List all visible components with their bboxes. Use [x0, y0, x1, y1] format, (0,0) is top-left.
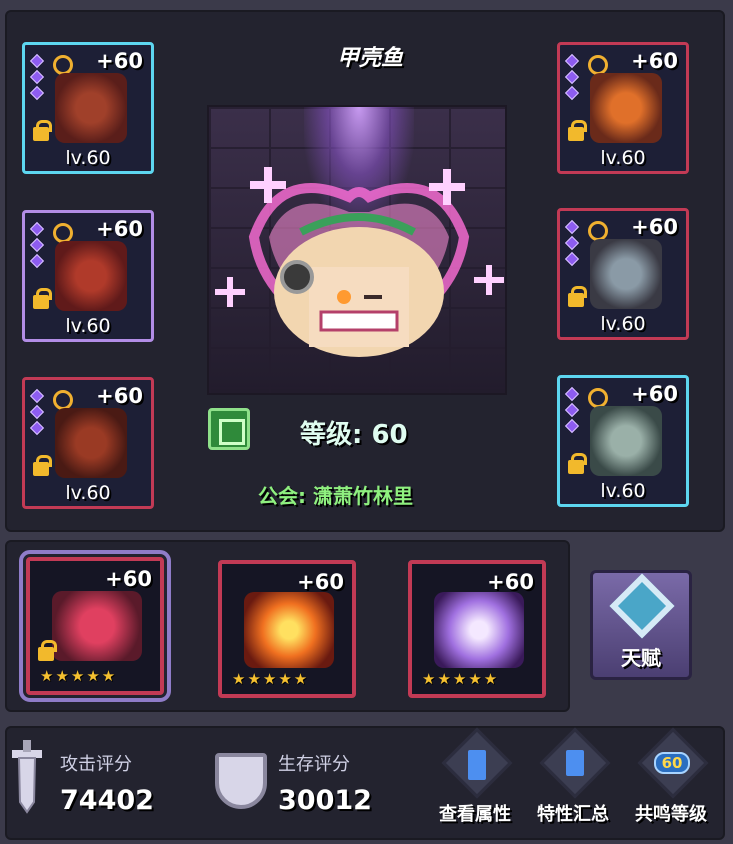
heavy-armor-icon: [55, 408, 127, 478]
attack-score-label: 攻击评分: [60, 754, 132, 775]
talent-button[interactable]: 天赋: [590, 570, 692, 680]
attributes-icon: [468, 750, 486, 780]
survival-score-value: 30012: [278, 785, 372, 816]
lock-icon: [33, 455, 52, 476]
talent-label: 天赋: [621, 646, 661, 670]
rune-icon: [588, 55, 608, 75]
purple-crystal-icon: [434, 592, 524, 668]
shield-weapon-icon: [52, 591, 142, 661]
socket-gems: [564, 53, 580, 104]
equipment-slot-left-3[interactable]: +60 lv.60: [22, 377, 154, 509]
view-attributes-label: 查看属性: [439, 804, 511, 825]
item-level: lv.60: [600, 480, 646, 502]
trait-summary-label: 特性汇总: [537, 804, 609, 825]
item-level: lv.60: [600, 313, 646, 335]
item-level: lv.60: [65, 482, 111, 504]
lock-icon: [568, 453, 587, 474]
socket-gems: [564, 386, 580, 437]
cape-armor-icon: [55, 241, 127, 311]
attack-score-value: 74402: [60, 785, 154, 816]
guild-name[interactable]: 公会: 潇萧竹林里: [258, 480, 413, 509]
equipment-slot-left-2[interactable]: +60 lv.60: [22, 210, 154, 342]
lock-icon: [568, 286, 587, 307]
enhance-level: +60: [105, 567, 152, 591]
talent-icon: [609, 573, 675, 639]
pauldron-icon: [590, 239, 662, 309]
rune-icon: [588, 388, 608, 408]
resonance-level-badge: 60: [654, 752, 690, 774]
item-level: lv.60: [65, 315, 111, 337]
enhance-level: +60: [96, 217, 143, 241]
enhance-level: +60: [631, 49, 678, 73]
item-level: lv.60: [65, 147, 111, 169]
dragon-helmet-icon: [590, 73, 662, 143]
artifact-slot-2[interactable]: +60 ★★★★★: [218, 560, 356, 698]
equipment-slot-right-1[interactable]: +60 lv.60: [557, 42, 689, 174]
view-attributes-button[interactable]: 查看属性: [430, 727, 520, 830]
enhance-level: +60: [96, 384, 143, 408]
hero-level: 等级: 60: [300, 420, 408, 450]
trait-summary-icon: [566, 750, 584, 776]
equipment-slot-left-1[interactable]: +60 lv.60: [22, 42, 154, 174]
lock-icon: [568, 120, 587, 141]
enhance-level: +60: [297, 570, 344, 594]
rune-icon: [53, 223, 73, 243]
enhance-level: +60: [96, 49, 143, 73]
rune-icon: [53, 55, 73, 75]
trait-summary-button[interactable]: 特性汇总: [528, 727, 618, 830]
item-level: lv.60: [600, 147, 646, 169]
socket-gems: [29, 221, 45, 272]
socket-gems: [564, 219, 580, 270]
lock-icon: [33, 288, 52, 309]
resonance-level-button[interactable]: 60 共鸣等级: [626, 727, 716, 830]
socket-gems: [29, 53, 45, 104]
enhance-level: +60: [631, 382, 678, 406]
socket-gems: [29, 388, 45, 439]
artifact-slot-1[interactable]: +60 ★★★★★: [19, 550, 171, 702]
hero-sprite: [215, 167, 504, 357]
rune-icon: [53, 390, 73, 410]
hero-name: 甲壳鱼: [336, 46, 403, 71]
boots-icon: [590, 406, 662, 476]
enhance-level: +60: [631, 215, 678, 239]
rune-icon: [588, 221, 608, 241]
guild-emblem-icon[interactable]: [208, 408, 250, 450]
armor-chest-icon: [55, 73, 127, 143]
lock-icon: [33, 120, 52, 141]
enhance-level: +60: [487, 570, 534, 594]
star-rating: ★★★★★: [422, 670, 500, 688]
equipment-slot-right-2[interactable]: +60 lv.60: [557, 208, 689, 340]
character-screen: 甲壳鱼 等级: 60 公会: 潇萧竹林里 +60 lv.60 +60 lv.60…: [0, 0, 733, 844]
lock-icon: [38, 640, 57, 661]
shield-icon: [215, 753, 267, 809]
equipment-slot-right-3[interactable]: +60 lv.60: [557, 375, 689, 507]
sword-icon: [12, 740, 42, 814]
resonance-level-label: 共鸣等级: [635, 804, 707, 825]
star-rating: ★★★★★: [40, 667, 118, 685]
survival-score-label: 生存评分: [278, 754, 350, 775]
star-rating: ★★★★★: [232, 670, 310, 688]
artifact-slot-3[interactable]: +60 ★★★★★: [408, 560, 546, 698]
fire-gem-icon: [244, 592, 334, 668]
hero-portrait: [207, 105, 507, 395]
